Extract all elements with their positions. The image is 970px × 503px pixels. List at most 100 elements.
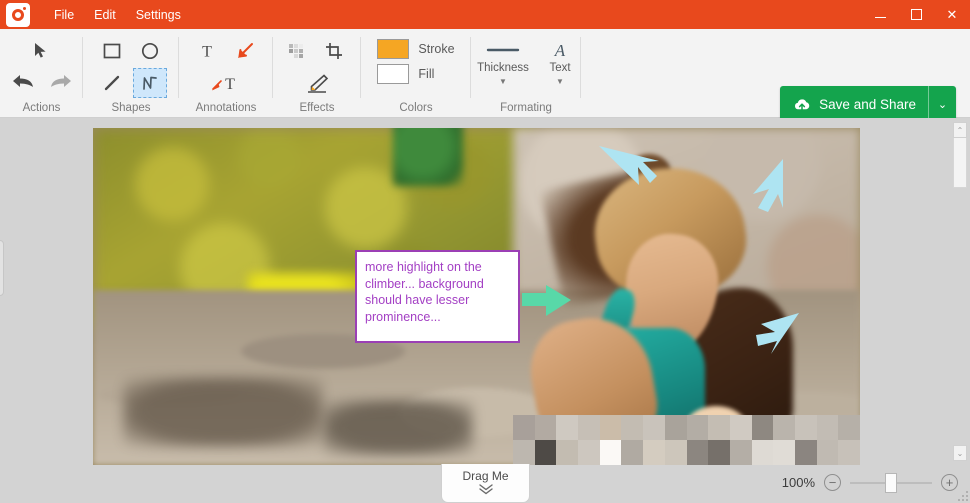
image-canvas[interactable]: more highlight on the climber... backgro… — [93, 128, 860, 465]
mosaic-block — [643, 415, 665, 440]
ellipse-tool[interactable] — [133, 36, 167, 66]
mosaic-block — [773, 440, 795, 465]
menu-item-file[interactable]: File — [44, 4, 84, 26]
zoom-in-button[interactable]: + — [941, 474, 958, 491]
ribbon-group-formating: Thickness ▼ A Text ▼ Formating — [471, 29, 581, 118]
pixelate-icon — [287, 42, 309, 60]
crop-icon — [325, 42, 347, 60]
mosaic-block — [687, 415, 709, 440]
ribbon-group-annotations: T T Annotations — [179, 29, 273, 118]
scroll-up-icon[interactable]: ⌃ — [953, 122, 967, 138]
title-bar: File Edit Settings ✕ — [0, 0, 970, 29]
blurred-green-blob — [393, 128, 463, 186]
minimize-button[interactable] — [862, 0, 898, 29]
mosaic-effect[interactable] — [513, 415, 860, 465]
arrow-tool[interactable] — [228, 36, 262, 66]
zoom-slider-knob[interactable] — [885, 473, 897, 493]
maximize-button[interactable] — [898, 0, 934, 29]
fill-color-swatch[interactable] — [377, 64, 409, 84]
arrow-icon — [234, 42, 256, 60]
zoom-out-button[interactable]: − — [824, 474, 841, 491]
ribbon-toolbar: Actions — [0, 29, 970, 118]
zoom-percent-label: 100% — [782, 475, 815, 490]
thickness-label: Thickness — [477, 62, 529, 74]
mosaic-block — [556, 415, 578, 440]
mosaic-block — [795, 415, 817, 440]
line-icon — [102, 74, 122, 92]
cursor-tool[interactable] — [6, 36, 78, 64]
drag-me-handle[interactable]: Drag Me — [441, 464, 530, 503]
ribbon-group-effects: Effects — [273, 29, 361, 118]
mosaic-block — [708, 440, 730, 465]
rectangle-tool[interactable] — [95, 36, 129, 66]
zoom-slider[interactable] — [850, 476, 932, 490]
ribbon-group-label-actions: Actions — [0, 102, 83, 114]
ribbon-group-label-colors: Colors — [361, 102, 471, 114]
ribbon-group-label-effects: Effects — [273, 102, 361, 114]
mosaic-block — [621, 415, 643, 440]
mosaic-block — [513, 440, 535, 465]
rectangle-icon — [102, 42, 122, 60]
text-format-button[interactable]: A Text ▼ — [541, 39, 579, 86]
stroke-color-row[interactable]: Stroke — [377, 39, 454, 59]
mosaic-block — [687, 440, 709, 465]
text-a-icon: A — [550, 39, 570, 61]
thickness-line-icon — [486, 39, 520, 61]
fill-color-row[interactable]: Fill — [377, 64, 454, 84]
mosaic-block — [730, 415, 752, 440]
camera-icon — [6, 3, 30, 27]
crop-tool[interactable] — [319, 36, 353, 66]
thickness-button[interactable]: Thickness ▼ — [473, 39, 533, 86]
highlighter-pen-icon — [304, 73, 330, 93]
mosaic-block — [535, 415, 557, 440]
undo-arrow-icon — [11, 73, 35, 89]
callout-tool[interactable]: T — [188, 68, 264, 98]
pixelate-tool[interactable] — [281, 36, 315, 66]
undo-button[interactable] — [6, 66, 40, 96]
text-tool[interactable]: T — [190, 36, 224, 66]
mosaic-block — [621, 440, 643, 465]
mosaic-block — [752, 440, 774, 465]
ribbon-group-label-shapes: Shapes — [83, 102, 179, 114]
highlighter-tool[interactable] — [279, 68, 355, 98]
ribbon-group-colors: Stroke Fill Colors — [361, 29, 471, 118]
canvas-area: more highlight on the climber... backgro… — [0, 118, 970, 465]
mosaic-block — [513, 415, 535, 440]
vertical-scrollbar[interactable]: ⌃ ⌄ — [950, 118, 970, 465]
line-tool[interactable] — [95, 68, 129, 98]
svg-text:T: T — [202, 44, 212, 61]
zoom-controls: 100% − + — [782, 474, 958, 491]
mosaic-block — [752, 415, 774, 440]
ribbon-group-label-annotations: Annotations — [179, 102, 273, 114]
stroke-color-swatch[interactable] — [377, 39, 409, 59]
mosaic-block — [838, 440, 860, 465]
chevron-down-icon-text[interactable]: ▼ — [556, 77, 564, 86]
annotation-textbox[interactable]: more highlight on the climber... backgro… — [355, 250, 520, 343]
close-icon[interactable]: ✕ — [934, 0, 970, 29]
mosaic-block — [773, 415, 795, 440]
mosaic-block — [665, 415, 687, 440]
menu-item-edit[interactable]: Edit — [84, 4, 126, 26]
squiggle-tool[interactable] — [133, 68, 167, 98]
mosaic-block — [817, 440, 839, 465]
mosaic-block — [578, 415, 600, 440]
annotation-text: more highlight on the climber... backgro… — [357, 252, 518, 325]
mosaic-block — [838, 415, 860, 440]
redo-button[interactable] — [44, 66, 78, 96]
mosaic-block — [600, 415, 622, 440]
scroll-down-icon[interactable]: ⌄ — [953, 445, 967, 461]
mosaic-block — [643, 440, 665, 465]
rock-shadow-left — [123, 377, 323, 447]
mosaic-block — [708, 415, 730, 440]
ribbon-group-shapes: Shapes — [83, 29, 179, 118]
ribbon-group-actions: Actions — [0, 29, 83, 118]
menu-item-settings[interactable]: Settings — [126, 4, 191, 26]
cloud-upload-icon — [793, 97, 811, 113]
resize-grip[interactable] — [957, 490, 968, 501]
left-panel-handle[interactable] — [0, 240, 4, 296]
redo-arrow-icon — [49, 73, 73, 89]
mosaic-block — [795, 440, 817, 465]
chevron-double-down-icon — [476, 483, 496, 497]
mosaic-block — [578, 440, 600, 465]
chevron-down-icon[interactable]: ▼ — [499, 77, 507, 86]
